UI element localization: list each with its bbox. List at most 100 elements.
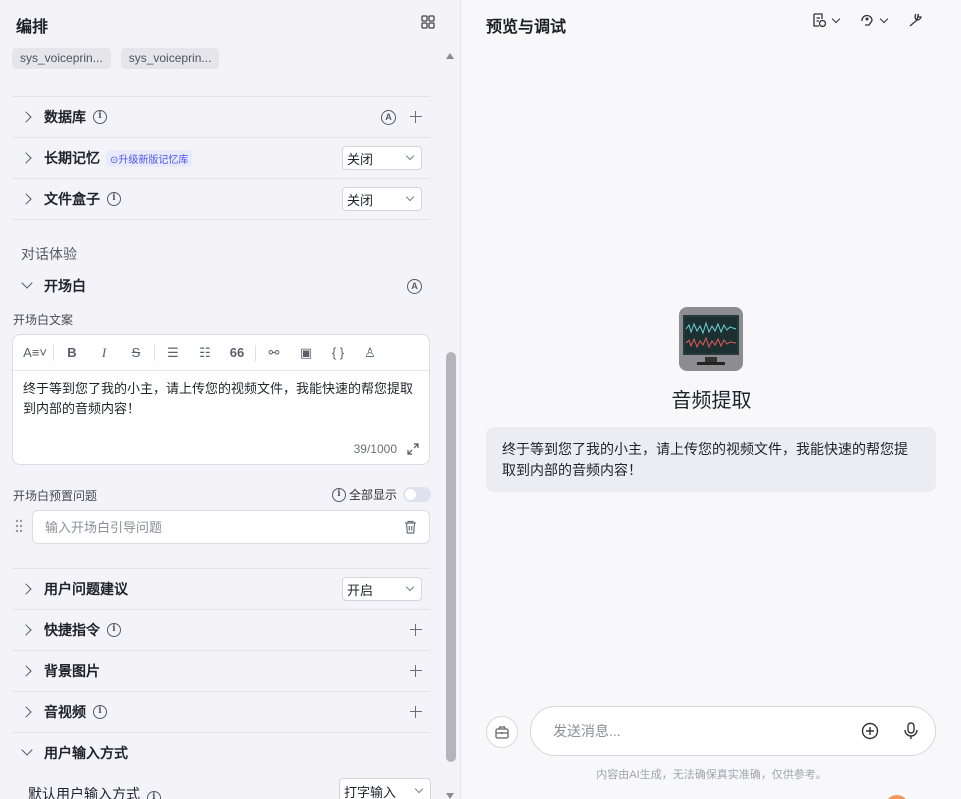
char-counter: 39/1000 bbox=[353, 442, 397, 456]
chevron-right-icon bbox=[22, 625, 32, 635]
info-icon[interactable]: i bbox=[107, 192, 121, 206]
bot-avatar bbox=[679, 307, 743, 371]
opener-message-bubble: 终于等到您了我的小主，请上传您的视频文件，我能快速的帮您提取到内部的音频内容！ bbox=[486, 427, 936, 492]
numbered-list-icon[interactable]: ☷ bbox=[189, 345, 221, 361]
default-input-label: 默认用户输入方式 i bbox=[28, 784, 161, 799]
input-method-row[interactable]: 用户输入方式 bbox=[12, 733, 430, 773]
variable-tag[interactable]: sys_voiceprin... bbox=[120, 48, 220, 69]
chevron-down-icon bbox=[22, 748, 32, 758]
auto-icon[interactable]: A bbox=[381, 109, 396, 125]
preset-question-input[interactable] bbox=[45, 519, 345, 535]
show-all-label: 全部显示 bbox=[349, 488, 398, 502]
opener-editor[interactable]: A≡˅ B I S ☰ ☷ 66 ⚯ ▣ { } ♙ 终于等到您了我的小主，请上… bbox=[12, 334, 430, 465]
filebox-label: 文件盒子 bbox=[44, 191, 100, 207]
chevron-down-icon bbox=[405, 151, 415, 161]
microphone-icon[interactable] bbox=[903, 722, 919, 740]
filebox-select[interactable]: 关闭 bbox=[342, 187, 422, 211]
shortcut-row[interactable]: 快捷指令 i bbox=[12, 610, 430, 650]
chevron-down-icon bbox=[405, 582, 415, 592]
add-database-button[interactable] bbox=[410, 111, 422, 123]
dialog-experience-heading: 对话体验 bbox=[21, 246, 77, 262]
suggest-row[interactable]: 用户问题建议 开启 bbox=[12, 569, 430, 609]
database-row[interactable]: 数据库 i A bbox=[12, 97, 430, 137]
bold-icon[interactable]: B bbox=[56, 345, 88, 360]
chevron-right-icon bbox=[22, 112, 32, 122]
scrollbar-thumb[interactable] bbox=[446, 352, 456, 762]
preview-title: 预览与调试 bbox=[486, 19, 567, 36]
shortcut-label: 快捷指令 bbox=[44, 622, 100, 638]
message-input[interactable] bbox=[553, 723, 833, 739]
input-method-label: 用户输入方式 bbox=[44, 745, 128, 761]
opener-row[interactable]: 开场白 A bbox=[12, 266, 430, 306]
bullet-list-icon[interactable]: ☰ bbox=[157, 345, 189, 361]
add-shortcut-button[interactable] bbox=[410, 624, 422, 636]
document-settings-icon bbox=[813, 13, 827, 28]
default-input-value: 打字输入 bbox=[344, 784, 397, 799]
preview-toolbar bbox=[811, 12, 923, 28]
filebox-row[interactable]: 文件盒子 i 关闭 bbox=[12, 179, 430, 219]
opener-label: 开场白 bbox=[44, 278, 86, 294]
opener-text-label: 开场白文案 bbox=[13, 313, 74, 327]
scroll-down-arrow[interactable] bbox=[446, 793, 454, 799]
trash-icon[interactable] bbox=[404, 520, 417, 534]
drag-handle-icon[interactable] bbox=[15, 519, 23, 533]
database-label: 数据库 bbox=[44, 109, 86, 125]
scroll-up-arrow[interactable] bbox=[446, 53, 454, 59]
add-background-button[interactable] bbox=[410, 665, 422, 677]
bug-icon bbox=[861, 14, 873, 26]
wrench-icon[interactable] bbox=[907, 12, 923, 28]
background-row[interactable]: 背景图片 bbox=[12, 651, 430, 691]
info-icon[interactable]: i bbox=[146, 791, 161, 799]
quote-icon[interactable]: 66 bbox=[221, 345, 253, 360]
suggest-select[interactable]: 开启 bbox=[342, 577, 422, 601]
upgrade-memory-text: 升级新版记忆库 bbox=[118, 154, 189, 166]
link-icon[interactable]: ⚯ bbox=[258, 345, 290, 361]
floating-assistant-button[interactable] bbox=[885, 795, 909, 799]
default-input-select[interactable]: 打字输入 bbox=[339, 778, 431, 799]
suggest-label: 用户问题建议 bbox=[44, 581, 128, 597]
memory-select[interactable]: 关闭 bbox=[342, 146, 422, 170]
info-icon[interactable]: i bbox=[332, 487, 346, 502]
av-label: 音视频 bbox=[44, 704, 86, 720]
info-icon[interactable]: i bbox=[93, 110, 107, 124]
message-composer bbox=[530, 706, 936, 756]
debug-menu-button[interactable] bbox=[859, 12, 889, 28]
chevron-right-icon bbox=[22, 666, 32, 676]
chevron-right-icon bbox=[22, 707, 32, 717]
bot-name: 音频提取 bbox=[671, 390, 752, 412]
filebox-select-value: 关闭 bbox=[347, 192, 374, 208]
composer-actions bbox=[861, 722, 919, 740]
chevron-right-icon bbox=[22, 584, 32, 594]
toolbar-separator bbox=[53, 344, 54, 361]
layout-grid-icon[interactable] bbox=[420, 14, 436, 30]
show-all-toggle[interactable] bbox=[403, 487, 432, 502]
av-row[interactable]: 音视频 i bbox=[12, 692, 430, 732]
default-input-text: 默认用户输入方式 bbox=[28, 786, 140, 799]
chevron-down-icon bbox=[879, 14, 889, 23]
preset-question-field bbox=[32, 510, 430, 544]
chevron-down-icon bbox=[405, 192, 415, 202]
opener-text[interactable]: 终于等到您了我的小主，请上传您的视频文件，我能快速的帮您提取到内部的音频内容！ bbox=[23, 379, 423, 419]
add-attachment-icon[interactable] bbox=[861, 722, 879, 740]
italic-icon[interactable]: I bbox=[88, 345, 120, 361]
chevron-down-icon bbox=[22, 281, 32, 291]
bot-actions-button[interactable] bbox=[486, 716, 518, 748]
font-size-icon[interactable]: A≡˅ bbox=[19, 345, 51, 360]
chevron-right-icon bbox=[22, 153, 32, 163]
history-menu-button[interactable] bbox=[811, 12, 841, 28]
info-icon[interactable]: i bbox=[107, 623, 121, 637]
editor-toolbar: A≡˅ B I S ☰ ☷ 66 ⚯ ▣ { } ♙ bbox=[13, 335, 429, 371]
strikethrough-icon[interactable]: S bbox=[120, 345, 152, 360]
expand-icon[interactable] bbox=[407, 443, 419, 455]
user-icon[interactable]: ♙ bbox=[354, 345, 386, 361]
upgrade-memory-badge[interactable]: ⊙升级新版记忆库 bbox=[106, 149, 193, 167]
variable-tag[interactable]: sys_voiceprin... bbox=[12, 48, 111, 69]
info-icon[interactable]: i bbox=[93, 705, 107, 719]
add-av-button[interactable] bbox=[410, 706, 422, 718]
memory-row[interactable]: 长期记忆 ⊙升级新版记忆库 关闭 bbox=[12, 138, 430, 178]
orchestration-panel: 编排 sys_voiceprin... sys_voiceprin... 数据库… bbox=[0, 0, 461, 799]
memory-select-value: 关闭 bbox=[347, 151, 374, 167]
image-icon[interactable]: ▣ bbox=[290, 345, 322, 361]
code-icon[interactable]: { } bbox=[322, 345, 354, 360]
auto-icon[interactable]: A bbox=[407, 278, 422, 294]
